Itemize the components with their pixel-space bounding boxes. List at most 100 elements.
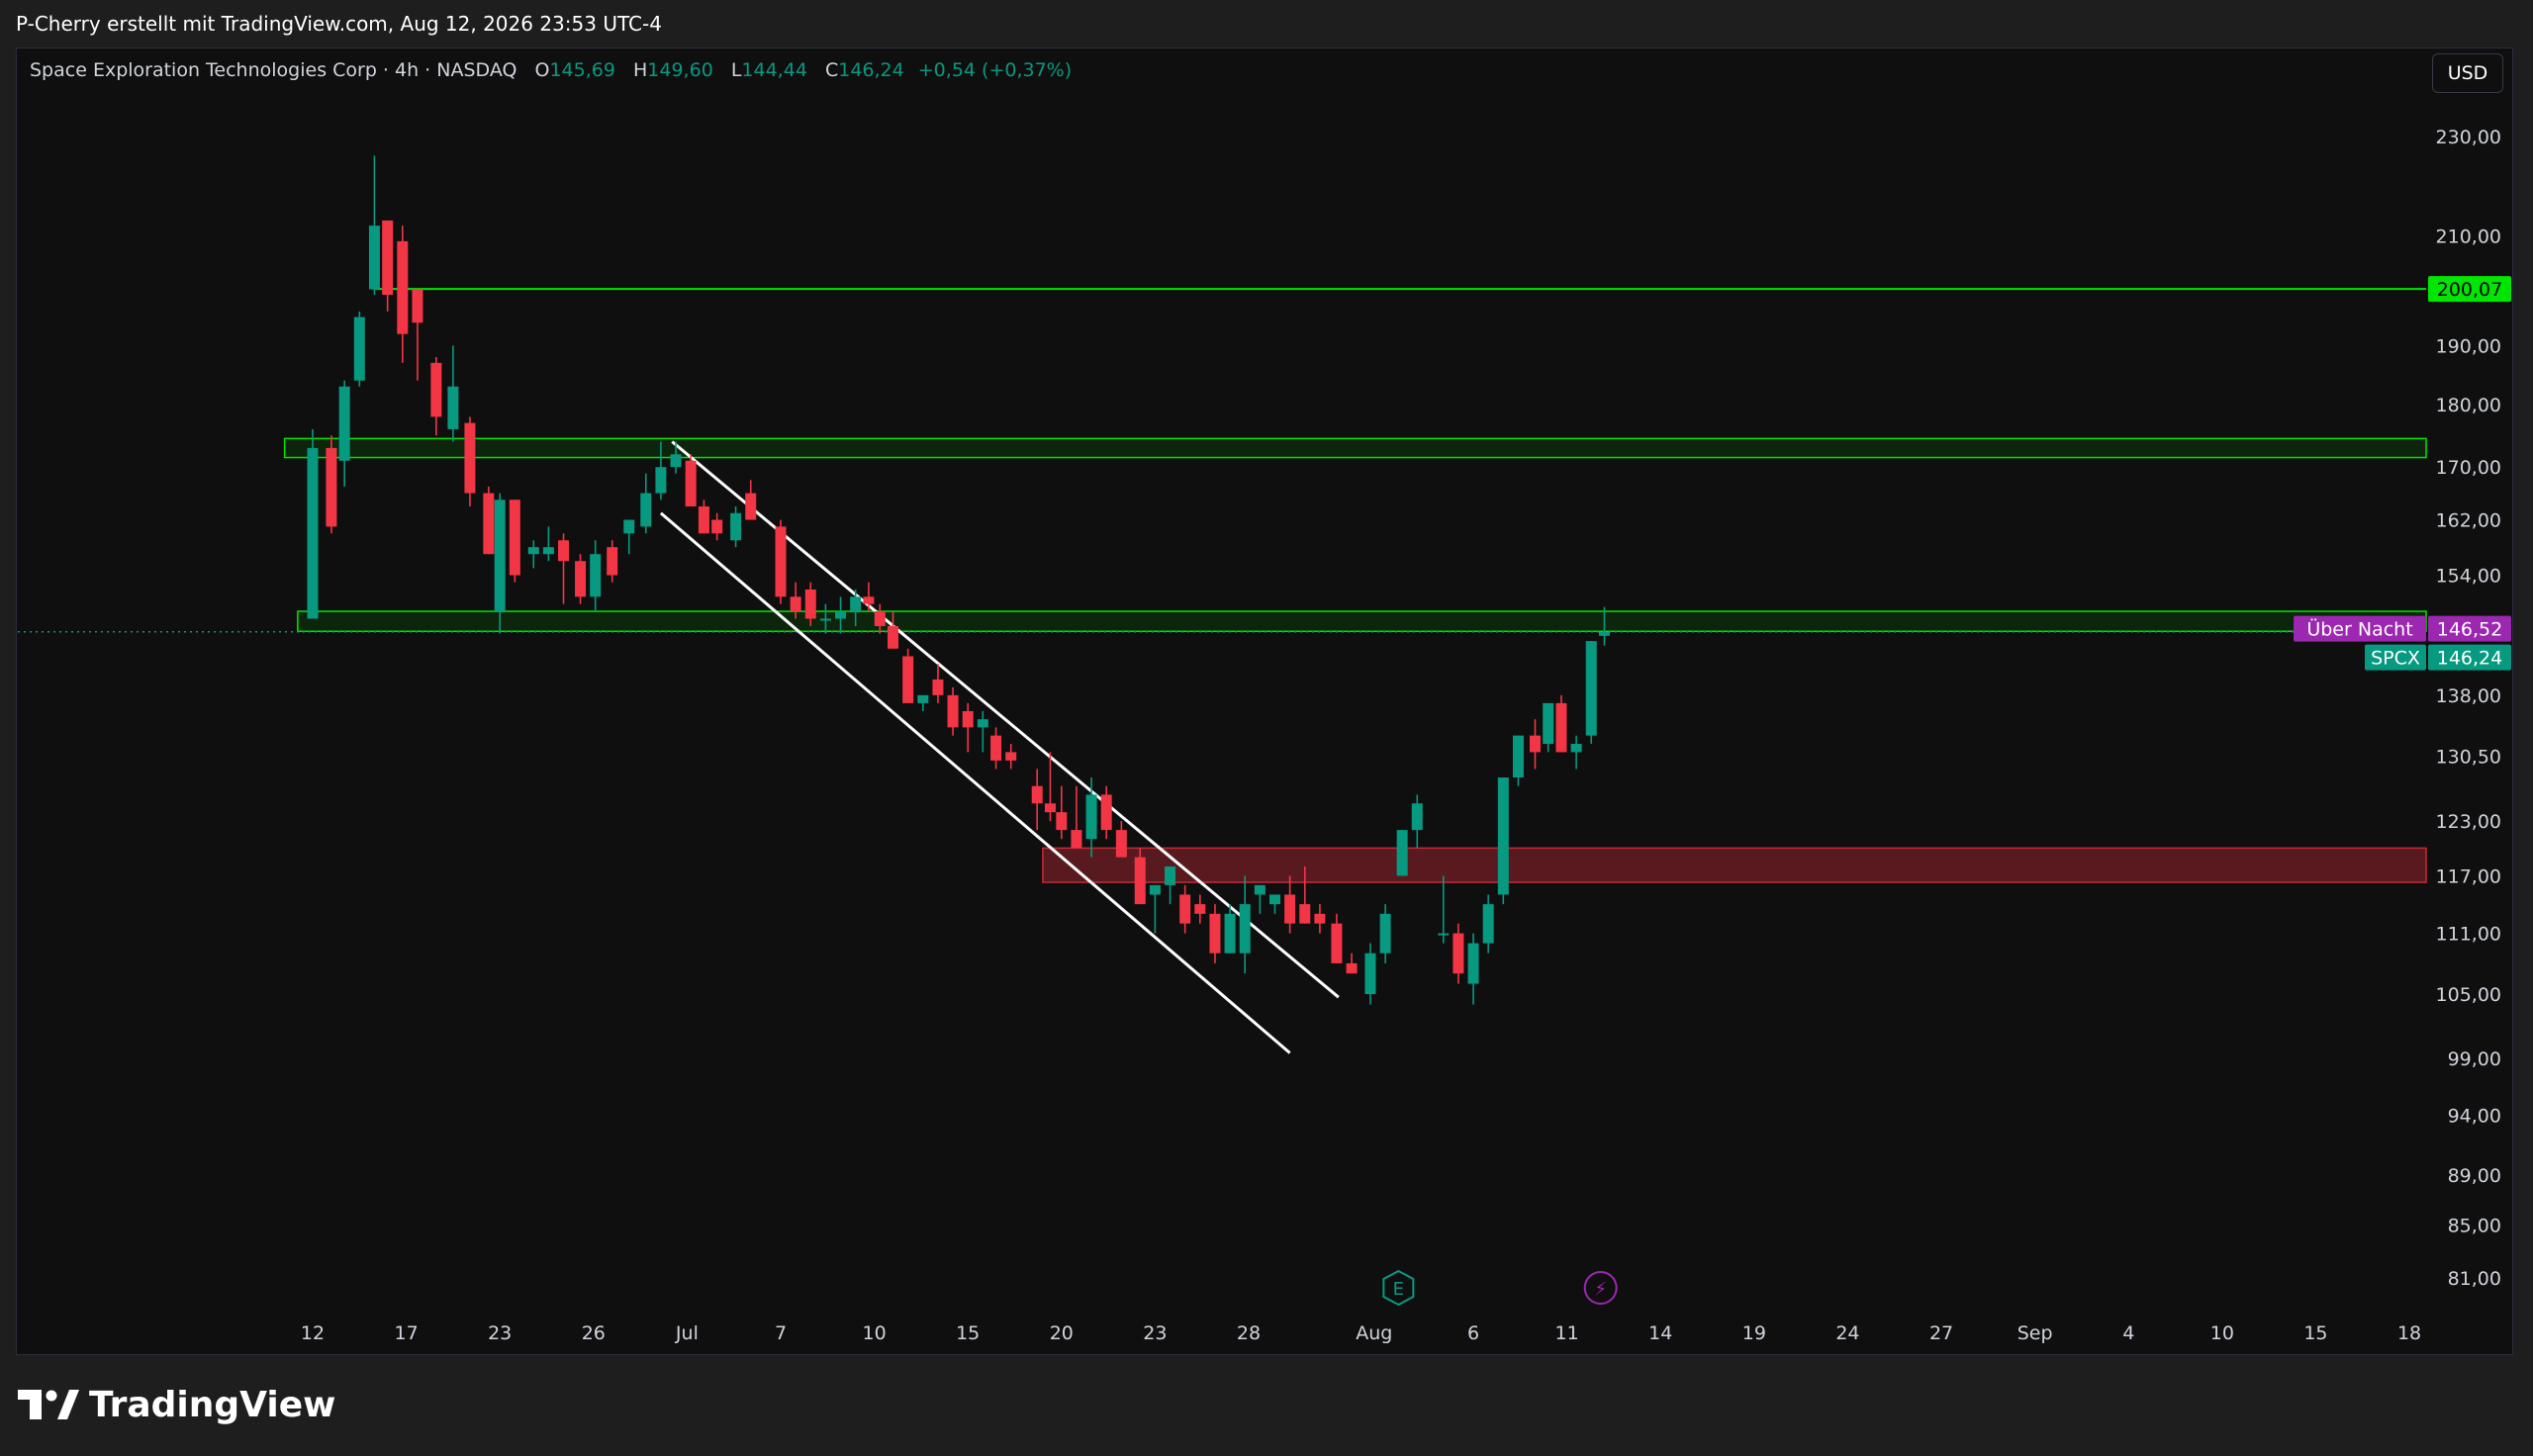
level-label: 200,07: [2428, 276, 2511, 303]
tradingview-logo[interactable]: TradingView: [18, 1383, 335, 1426]
x-tick-label: 26: [582, 1322, 606, 1344]
candle: [338, 380, 350, 487]
y-tick-label: 162,00: [2436, 510, 2501, 532]
candle: [1194, 894, 1206, 924]
y-tick-label: 230,00: [2436, 127, 2501, 148]
candle-body: [1194, 904, 1206, 914]
candle-body: [1497, 777, 1509, 895]
candle-body: [353, 317, 365, 381]
candle: [1364, 943, 1376, 1005]
x-tick-label: 20: [1050, 1322, 1074, 1344]
candle-body: [874, 611, 886, 626]
candle-body: [730, 512, 742, 541]
candle-body: [1044, 803, 1056, 813]
x-tick-label: 15: [956, 1322, 980, 1344]
candle-body: [1239, 904, 1251, 954]
x-tick-label: Jul: [675, 1322, 699, 1344]
candle-body: [804, 590, 816, 619]
candle-body: [850, 596, 862, 612]
y-tick-label: 89,00: [2448, 1165, 2501, 1187]
axes-layer: 230,00 210,00 190,00 180,00 170,00 162,00 154,…: [301, 127, 2501, 1344]
candle-body: [542, 547, 554, 555]
candle-body: [775, 526, 787, 597]
candle-body: [1100, 794, 1112, 831]
low-value: 144,44: [741, 59, 807, 81]
y-tick-label: 180,00: [2436, 395, 2501, 416]
candle-body: [655, 467, 667, 494]
earnings-icon[interactable]: E: [1382, 1269, 1415, 1307]
candle: [353, 311, 365, 387]
y-tick-label: 94,00: [2448, 1105, 2501, 1127]
candle-body: [1438, 933, 1450, 936]
candle-body: [1165, 865, 1176, 885]
dividend-icon[interactable]: ⚡: [1583, 1271, 1618, 1305]
last-price-label-tag: SPCX: [2371, 648, 2420, 670]
candle: [1411, 794, 1423, 849]
overnight-label-value: 146,52: [2437, 619, 2502, 641]
candle-body: [1482, 904, 1494, 944]
candle: [1314, 904, 1326, 934]
candle: [1005, 744, 1017, 770]
price-chart[interactable]: 230,00 210,00 190,00 180,00 170,00 162,00 154,…: [0, 0, 2533, 1456]
candle: [1044, 752, 1056, 822]
candle-body: [575, 561, 587, 597]
last-price-label-value: 146,24: [2437, 648, 2502, 670]
channel-line-2: [659, 511, 1291, 1054]
candle: [962, 702, 974, 753]
candle: [902, 648, 914, 703]
dividend-glyph: ⚡: [1594, 1279, 1607, 1300]
y-tick-label: 111,00: [2436, 924, 2501, 946]
candle: [1482, 894, 1494, 954]
high-label: H: [633, 59, 648, 81]
candle-body: [1005, 752, 1017, 761]
candle: [623, 519, 635, 555]
candle: [640, 473, 652, 534]
candle-body: [527, 547, 539, 555]
x-tick-label: 14: [1648, 1322, 1672, 1344]
candle: [1512, 735, 1524, 786]
candle-body: [1179, 894, 1191, 924]
candle-body: [1555, 702, 1567, 753]
low-label: L: [730, 59, 742, 81]
candle-body: [1314, 913, 1326, 924]
x-tick-label: 27: [1929, 1322, 1953, 1344]
candle: [607, 540, 618, 583]
candle: [307, 428, 319, 619]
x-tick-label: Sep: [2017, 1322, 2053, 1344]
candle-body: [1411, 803, 1423, 831]
candle-body: [483, 493, 495, 555]
channel-line-1: [671, 440, 1340, 999]
candle: [1438, 875, 1450, 944]
candle-body: [1346, 962, 1358, 974]
candle-body: [1529, 735, 1541, 753]
candle: [685, 454, 697, 506]
candle-body: [338, 386, 350, 461]
candle-body: [1453, 933, 1464, 974]
high-value: 149,60: [647, 59, 713, 81]
y-tick-label: 81,00: [2448, 1268, 2501, 1290]
candle: [368, 155, 380, 296]
candle-body: [1056, 812, 1068, 831]
x-tick-label: 10: [2210, 1322, 2234, 1344]
y-tick-label: 130,50: [2436, 747, 2501, 769]
symbol-info: Space Exploration Technologies Corp · 4h…: [30, 59, 517, 81]
x-tick-label: 19: [1742, 1322, 1766, 1344]
x-tick-label: 4: [2122, 1322, 2134, 1344]
candle-body: [1115, 830, 1127, 858]
zone-172: [283, 437, 2427, 459]
candle: [590, 540, 602, 612]
candle: [527, 540, 539, 569]
candle: [932, 664, 944, 703]
y-tick-label: 154,00: [2436, 566, 2501, 588]
x-tick-label: 6: [1467, 1322, 1479, 1344]
candle: [1071, 785, 1082, 849]
candle-body: [464, 422, 476, 494]
candle: [1396, 830, 1408, 876]
candle-body: [430, 362, 442, 417]
candle: [575, 554, 587, 604]
level-label-value: 200,07: [2437, 279, 2502, 301]
currency-button[interactable]: USD: [2432, 53, 2503, 93]
candle: [1529, 719, 1541, 770]
candle: [1331, 913, 1343, 963]
candle: [1284, 875, 1296, 934]
